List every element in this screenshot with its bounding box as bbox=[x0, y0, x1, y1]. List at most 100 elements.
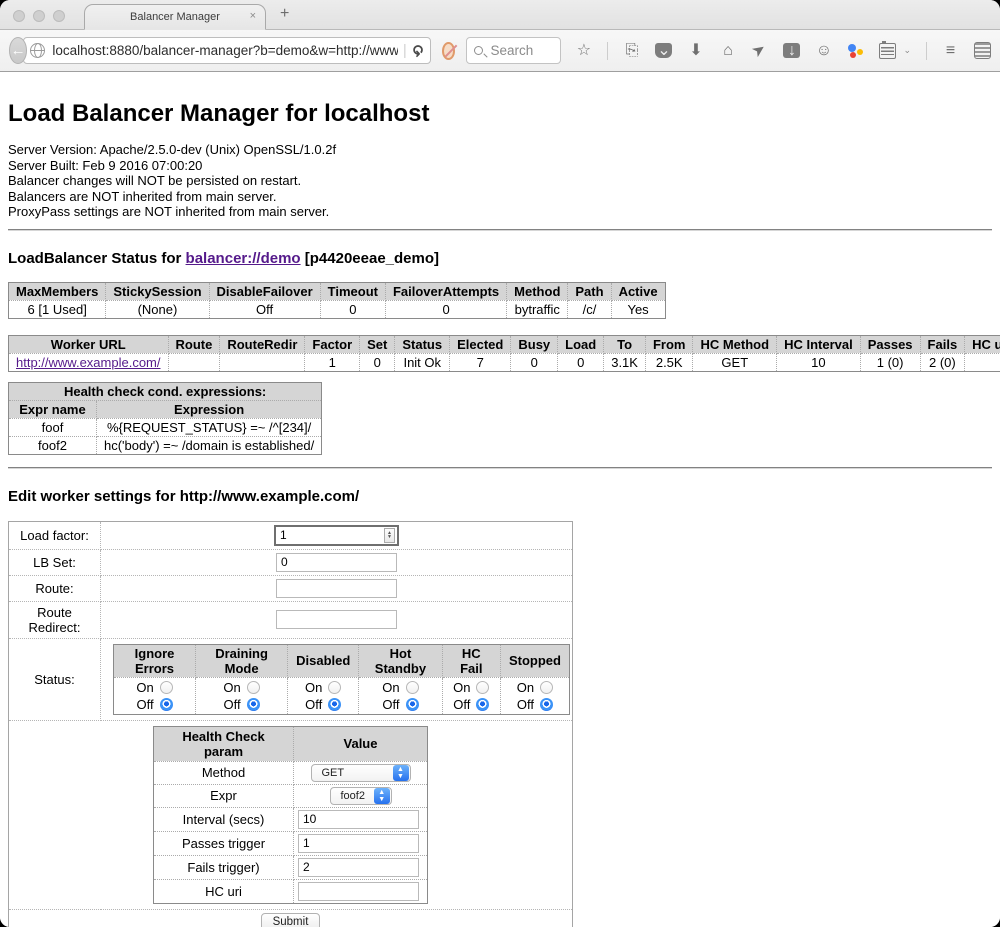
interval-input[interactable] bbox=[298, 810, 419, 829]
draining-mode-on-radio[interactable] bbox=[247, 681, 260, 694]
hamburger-menu-icon[interactable]: ≡ bbox=[942, 43, 959, 59]
col-hc-method: HC Method bbox=[693, 335, 777, 353]
proxypass-note: ProxyPass settings are NOT inherited fro… bbox=[8, 204, 992, 220]
balancer-demo-link[interactable]: balancer://demo bbox=[186, 250, 301, 267]
col-fails: Fails bbox=[920, 335, 965, 353]
select-arrows-icon: ▲▼ bbox=[393, 765, 409, 781]
load-factor-label: Load factor: bbox=[9, 521, 101, 549]
off-label: Off bbox=[136, 696, 153, 713]
bookmark-star-icon[interactable]: ☆ bbox=[575, 43, 592, 59]
route-input[interactable] bbox=[276, 579, 397, 598]
route-row: Route: bbox=[9, 575, 573, 601]
persist-note: Balancer changes will NOT be persisted o… bbox=[8, 173, 992, 189]
col-timeout: Timeout bbox=[320, 282, 385, 300]
sidebar-grid-icon[interactable] bbox=[974, 42, 991, 59]
clipboard-icon[interactable]: ⎘ bbox=[623, 43, 640, 59]
close-window-button[interactable] bbox=[13, 10, 25, 22]
status-value: Init Ok bbox=[395, 353, 450, 371]
hc-expr-row: foof %{REQUEST_STATUS} =~ /^[234]/ bbox=[9, 418, 322, 436]
col-maxmembers: MaxMembers bbox=[9, 282, 106, 300]
method-value: bytraffic bbox=[507, 300, 568, 318]
col-worker-url: Worker URL bbox=[9, 335, 169, 353]
worker-url-link[interactable]: http://www.example.com/ bbox=[16, 355, 161, 370]
search-icon bbox=[474, 46, 483, 55]
stickysession-value: (None) bbox=[106, 300, 209, 318]
status-label: Status: bbox=[9, 638, 101, 720]
col-path: Path bbox=[568, 282, 611, 300]
on-label: On bbox=[453, 679, 470, 696]
reload-icon[interactable]: ⟳ bbox=[409, 44, 427, 57]
window-controls[interactable] bbox=[13, 10, 65, 22]
minimize-window-button[interactable] bbox=[33, 10, 45, 22]
col-factor: Factor bbox=[305, 335, 360, 353]
disabled-off-radio[interactable] bbox=[328, 698, 341, 711]
method-label: Method bbox=[154, 761, 294, 784]
content-blocker-icon[interactable] bbox=[442, 42, 455, 60]
off-label: Off bbox=[453, 696, 470, 713]
pocket-icon[interactable]: ⌄ bbox=[655, 43, 672, 58]
expression-foof2: hc('body') =~ /domain is established/ bbox=[97, 436, 322, 454]
balancers-note: Balancers are NOT inherited from main se… bbox=[8, 189, 992, 205]
colored-dots-extension-icon[interactable] bbox=[847, 43, 864, 59]
lb-set-input[interactable] bbox=[276, 553, 397, 572]
fails-row: Fails trigger) bbox=[154, 855, 428, 879]
lb-set-label: LB Set: bbox=[9, 549, 101, 575]
fails-input[interactable] bbox=[298, 858, 419, 877]
route-redirect-input[interactable] bbox=[276, 610, 397, 629]
disabled-on-radio[interactable] bbox=[328, 681, 341, 694]
load-value: 0 bbox=[558, 353, 604, 371]
col-set: Set bbox=[360, 335, 395, 353]
downloads-icon[interactable]: ⬇ bbox=[687, 43, 704, 59]
hc-fail-off-radio[interactable] bbox=[476, 698, 489, 711]
chat-smiley-icon[interactable]: ☺ bbox=[815, 43, 832, 59]
off-label: Off bbox=[305, 696, 322, 713]
col-hot-standby: Hot Standby bbox=[359, 644, 442, 677]
hc-expr-title-row: Health check cond. expressions: bbox=[9, 382, 322, 400]
hc-expressions-table: Health check cond. expressions: Expr nam… bbox=[8, 382, 322, 455]
col-failoverattempts: FailoverAttempts bbox=[385, 282, 506, 300]
send-tab-icon[interactable]: ➤ bbox=[748, 39, 771, 62]
col-hc-value: Value bbox=[294, 726, 428, 761]
col-method: Method bbox=[507, 282, 568, 300]
hot-standby-off-radio[interactable] bbox=[406, 698, 419, 711]
factor-value: 1 bbox=[305, 353, 360, 371]
method-select[interactable]: GET ▲▼ bbox=[311, 764, 411, 782]
expr-row: Expr foof2 ▲▼ bbox=[154, 784, 428, 807]
search-bar[interactable]: Search bbox=[466, 37, 561, 64]
passes-input[interactable] bbox=[298, 834, 419, 853]
url-bar[interactable]: localhost:8880/balancer-manager?b=demo&w… bbox=[23, 37, 431, 64]
expr-select[interactable]: foof2 ▲▼ bbox=[330, 787, 392, 805]
hc-uri-input[interactable] bbox=[298, 882, 419, 901]
battery-extension-icon[interactable] bbox=[879, 43, 896, 59]
hot-standby-on-radio[interactable] bbox=[406, 681, 419, 694]
load-factor-input[interactable]: 1 ▲▼ bbox=[274, 525, 399, 546]
zoom-window-button[interactable] bbox=[53, 10, 65, 22]
stopped-off-radio[interactable] bbox=[540, 698, 553, 711]
ignore-errors-on-radio[interactable] bbox=[160, 681, 173, 694]
draining-mode-off-radio[interactable] bbox=[247, 698, 260, 711]
route-value bbox=[168, 353, 220, 371]
hc-fail-on-radio[interactable] bbox=[476, 681, 489, 694]
col-expr-name: Expr name bbox=[9, 400, 97, 418]
url-text[interactable]: localhost:8880/balancer-manager?b=demo&w… bbox=[52, 43, 398, 58]
expr-name-foof2: foof2 bbox=[9, 436, 97, 454]
save-page-icon[interactable]: ↓ bbox=[783, 43, 800, 58]
col-load: Load bbox=[558, 335, 604, 353]
stopped-on-radio[interactable] bbox=[540, 681, 553, 694]
col-disablefailover: DisableFailover bbox=[209, 282, 320, 300]
home-icon[interactable]: ⌂ bbox=[719, 43, 736, 59]
timeout-value: 0 bbox=[320, 300, 385, 318]
col-stopped: Stopped bbox=[500, 644, 569, 677]
hc-expr-row: foof2 hc('body') =~ /domain is establish… bbox=[9, 436, 322, 454]
back-arrow-icon: ← bbox=[11, 42, 26, 59]
ignore-errors-off-radio[interactable] bbox=[160, 698, 173, 711]
submit-button[interactable]: Submit bbox=[261, 913, 321, 927]
col-hc-uri: HC uri bbox=[965, 335, 1000, 353]
chevron-down-icon[interactable]: ⌄ bbox=[903, 45, 911, 56]
number-stepper-icon[interactable]: ▲▼ bbox=[384, 528, 395, 543]
hc-params-row: Health Check param Value Method GET ▲▼ bbox=[9, 720, 573, 909]
tab-close-icon[interactable]: × bbox=[250, 11, 256, 22]
lb-status-suffix: [p4420eeae_demo] bbox=[301, 250, 439, 267]
tab-balancer-manager[interactable]: Balancer Manager × bbox=[84, 4, 266, 30]
new-tab-button[interactable]: + bbox=[280, 6, 289, 22]
